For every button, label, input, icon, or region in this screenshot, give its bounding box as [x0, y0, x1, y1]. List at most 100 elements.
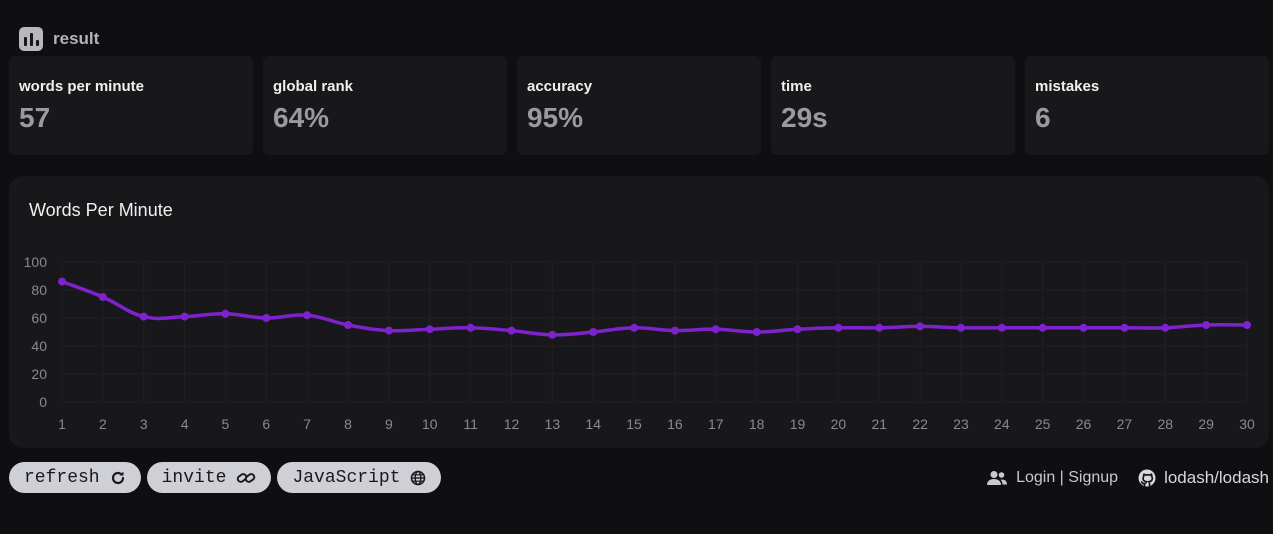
- y-tick-label: 0: [39, 394, 47, 410]
- x-tick-label: 6: [262, 416, 270, 432]
- stat-label: global rank: [273, 78, 354, 95]
- stat-label: time: [781, 78, 812, 95]
- x-tick-label: 23: [953, 416, 969, 432]
- x-tick-label: 28: [1157, 416, 1173, 432]
- x-tick-label: 9: [385, 416, 393, 432]
- x-tick-label: 16: [667, 416, 683, 432]
- action-buttons: refresh invite JavaScript: [9, 462, 442, 493]
- result-header: result: [19, 27, 99, 51]
- stat-card-time: time 29s: [771, 56, 1015, 155]
- data-point: [221, 309, 230, 318]
- x-tick-label: 25: [1035, 416, 1051, 432]
- x-tick-label: 8: [344, 416, 352, 432]
- data-point: [752, 328, 761, 336]
- data-point: [98, 293, 107, 301]
- stat-value: 29s: [781, 102, 828, 133]
- x-tick-label: 11: [463, 416, 478, 432]
- data-point: [916, 322, 925, 331]
- stat-card-wpm: words per minute 57: [9, 56, 253, 155]
- x-tick-label: 17: [708, 416, 724, 432]
- data-point: [1038, 323, 1047, 332]
- wpm-line-chart: 0204060801001 2 3 4 5 6 7 8 9 10 11 12 13 14 15 16 17 18 1…: [24, 254, 1255, 432]
- data-point: [384, 326, 393, 335]
- x-tick-label: 24: [994, 416, 1010, 432]
- data-point: [1202, 321, 1211, 329]
- x-tick-label: 1: [58, 416, 66, 432]
- invite-label: invite: [161, 467, 227, 488]
- stat-value: 64%: [273, 102, 330, 133]
- data-point: [875, 323, 884, 332]
- y-tick-label: 80: [31, 282, 47, 298]
- footer-links: Login | Signup lodash/lodash: [986, 468, 1269, 488]
- refresh-icon: [111, 471, 124, 484]
- data-point: [1243, 321, 1251, 329]
- data-point: [139, 312, 148, 321]
- stats-row: words per minute 57 global rank 64% accu…: [9, 56, 1269, 155]
- language-label: JavaScript: [292, 467, 401, 488]
- x-tick-label: 15: [626, 416, 642, 432]
- data-point: [507, 326, 516, 335]
- refresh-button[interactable]: refresh: [9, 462, 141, 493]
- x-tick-label: 10: [422, 416, 438, 432]
- github-repo-link[interactable]: lodash/lodash: [1138, 468, 1269, 488]
- stat-value: 57: [19, 102, 51, 133]
- stat-label: mistakes: [1035, 78, 1100, 95]
- data-point: [630, 323, 639, 332]
- data-point: [262, 314, 271, 322]
- data-point: [589, 328, 598, 336]
- x-tick-label: 2: [99, 416, 107, 432]
- data-point: [834, 323, 843, 332]
- x-tick-label: 22: [912, 416, 928, 432]
- repo-label: lodash/lodash: [1164, 468, 1269, 487]
- y-tick-label: 100: [24, 254, 48, 270]
- result-title: result: [53, 29, 100, 48]
- stat-card-global-rank: global rank 64%: [263, 56, 507, 155]
- stat-label: accuracy: [527, 78, 593, 95]
- data-point: [303, 311, 312, 320]
- data-point: [793, 325, 802, 334]
- data-point: [466, 323, 475, 332]
- x-tick-label: 7: [303, 416, 311, 432]
- stat-card-accuracy: accuracy 95%: [517, 56, 761, 155]
- data-point: [997, 323, 1006, 332]
- data-point: [1120, 323, 1129, 332]
- data-point: [344, 321, 353, 329]
- x-tick-label: 12: [504, 416, 520, 432]
- stat-value: 95%: [527, 102, 584, 133]
- data-point: [425, 325, 434, 334]
- data-point: [1161, 323, 1170, 332]
- x-tick-label: 13: [545, 416, 561, 432]
- stat-card-mistakes: mistakes 6: [1025, 56, 1269, 155]
- x-tick-label: 14: [585, 416, 601, 432]
- y-tick-label: 20: [31, 366, 47, 382]
- data-point: [58, 277, 66, 286]
- x-tick-label: 27: [1117, 416, 1133, 432]
- x-tick-label: 30: [1239, 416, 1255, 432]
- y-tick-label: 60: [31, 310, 47, 326]
- x-tick-label: 5: [222, 416, 230, 432]
- github-icon: [1138, 469, 1156, 487]
- x-tick-label: 4: [181, 416, 189, 432]
- x-tick-label: 20: [831, 416, 847, 432]
- x-tick-label: 18: [749, 416, 765, 432]
- refresh-label: refresh: [24, 467, 100, 488]
- data-point: [180, 312, 189, 321]
- x-tick-label: 19: [790, 416, 806, 432]
- globe-icon: [411, 470, 426, 485]
- login-signup-link[interactable]: Login | Signup: [986, 469, 1118, 487]
- wpm-chart-card: Words Per Minute 0 20 40 60 80 100 1 2 3 4 5 6 7 8 9 10…: [9, 176, 1269, 448]
- y-tick-label: 40: [31, 338, 47, 354]
- data-point: [670, 326, 679, 335]
- data-point: [548, 330, 557, 339]
- login-signup-label: Login | Signup: [1016, 469, 1119, 486]
- stat-value: 6: [1035, 102, 1051, 133]
- invite-button[interactable]: invite: [146, 462, 272, 493]
- language-button[interactable]: JavaScript: [277, 462, 442, 493]
- bar-chart-icon: [19, 27, 43, 51]
- x-tick-label: 26: [1076, 416, 1092, 432]
- data-point: [1079, 323, 1088, 332]
- x-tick-label: 21: [871, 416, 887, 432]
- data-point: [711, 325, 720, 334]
- x-tick-label: 29: [1198, 416, 1214, 432]
- x-tick-label: 3: [140, 416, 148, 432]
